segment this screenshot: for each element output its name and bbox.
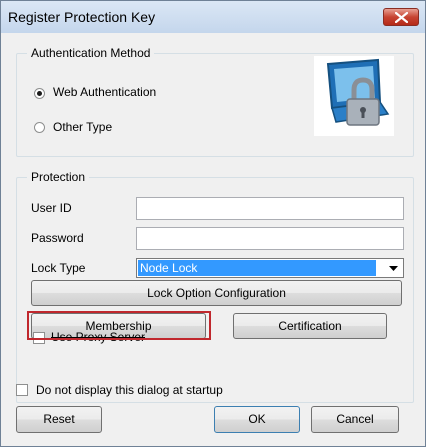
radio-selected-dot <box>37 91 42 96</box>
title-bar[interactable]: Register Protection Key <box>1 1 425 33</box>
protection-group: Protection User ID Password Lock Type No… <box>16 170 414 403</box>
cancel-button[interactable]: Cancel <box>311 406 399 433</box>
certification-button[interactable]: Certification <box>233 313 387 339</box>
window-title: Register Protection Key <box>8 9 156 25</box>
close-icon <box>395 12 408 23</box>
startup-label[interactable]: Do not display this dialog at startup <box>36 383 223 397</box>
other-type-radio[interactable] <box>34 122 45 133</box>
other-type-label[interactable]: Other Type <box>53 120 112 134</box>
web-authentication-radio[interactable] <box>34 88 45 99</box>
authentication-method-legend: Authentication Method <box>27 46 155 60</box>
web-authentication-label[interactable]: Web Authentication <box>53 85 156 99</box>
user-id-input[interactable] <box>136 197 404 220</box>
lock-type-selected-value: Node Lock <box>138 260 376 276</box>
close-button[interactable] <box>383 8 419 26</box>
chevron-down-icon <box>389 266 398 271</box>
lock-option-configuration-button[interactable]: Lock Option Configuration <box>31 280 402 306</box>
dialog-body: Authentication Method Web Authentication… <box>8 33 419 442</box>
password-input[interactable] <box>136 227 404 250</box>
password-label: Password <box>31 231 84 245</box>
laptop-lock-icon <box>314 56 394 136</box>
ok-button[interactable]: OK <box>214 406 300 433</box>
highlight-frame <box>27 311 211 340</box>
lock-type-label: Lock Type <box>31 261 86 275</box>
lock-type-select[interactable]: Node Lock <box>136 258 404 278</box>
lock-type-dropdown-button[interactable] <box>385 260 402 276</box>
user-id-label: User ID <box>31 201 72 215</box>
protection-legend: Protection <box>27 170 90 184</box>
startup-checkbox[interactable] <box>16 384 28 396</box>
dialog-window: Register Protection Key Authentication M… <box>0 0 426 447</box>
reset-button[interactable]: Reset <box>16 406 102 433</box>
authentication-method-group: Authentication Method Web Authentication… <box>16 46 414 157</box>
